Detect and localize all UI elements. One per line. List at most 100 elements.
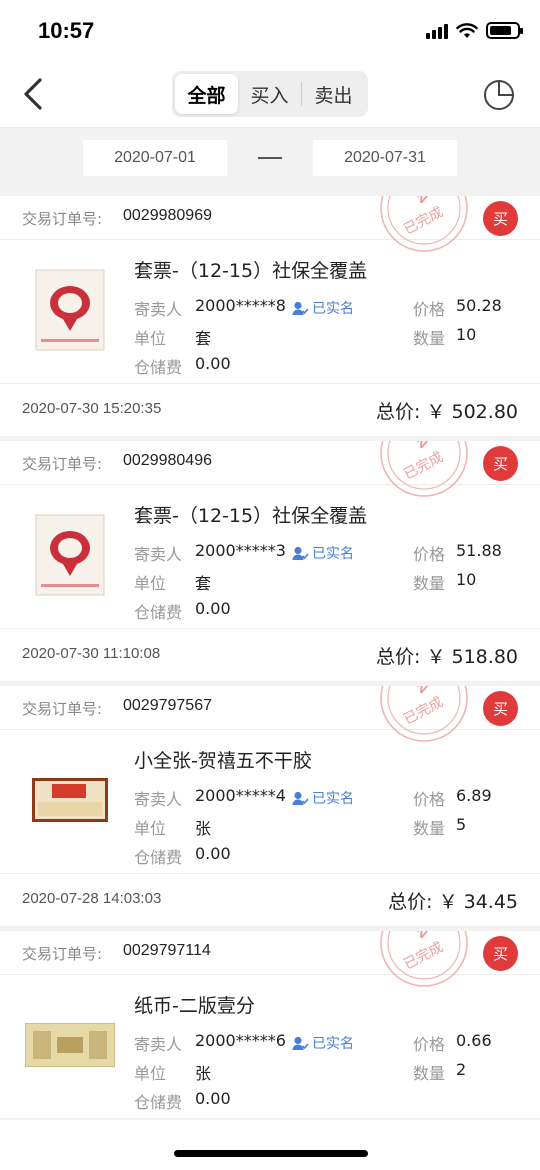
price-label: 价格	[413, 790, 446, 809]
order-card-header: 交易订单号: 0029980496 已完成 买	[0, 441, 540, 497]
filter-segmented-control: 全部 买入 卖出	[172, 71, 368, 117]
unit-value: 套	[195, 574, 212, 593]
storage-fee-label: 仓储费	[134, 848, 183, 867]
stamp-lantern-image	[35, 269, 105, 351]
unit-label: 单位	[134, 1064, 167, 1083]
price-label: 价格	[413, 545, 446, 564]
order-card-body: 小全张-贺禧五不干胶 寄卖人 2000*****4 已实名 价格 6.89 单位…	[0, 730, 540, 874]
verified-label: 已实名	[312, 546, 354, 562]
order-card-header: 交易订单号: 0029797114 已完成 买	[0, 931, 540, 987]
unit-label: 单位	[134, 574, 167, 593]
date-range-bar: 2020-07-01 2020-07-31	[0, 128, 540, 190]
order-no-label: 交易订单号:	[22, 945, 103, 963]
order-card-footer: 2020-07-30 11:10:08 总价: ￥ 518.80	[0, 629, 540, 681]
seller-value: 2000*****3	[195, 541, 286, 560]
product-thumbnail	[22, 262, 118, 358]
order-card-body: 套票-（12-15）社保全覆盖 寄卖人 2000*****8 已实名 价格 50…	[0, 240, 540, 384]
status-time: 10:57	[38, 18, 95, 43]
unit-label: 单位	[134, 329, 167, 348]
date-separator	[258, 157, 282, 159]
order-total: 总价: ￥ 518.80	[376, 642, 518, 669]
product-thumbnail	[22, 997, 118, 1093]
order-no: 0029797114	[123, 942, 211, 959]
start-date-picker[interactable]: 2020-07-01	[83, 140, 227, 176]
stamp-sheet-image	[32, 778, 108, 822]
order-card[interactable]: 交易订单号: 0029797567 已完成 买 小全张-贺禧五不干胶 寄卖人 2…	[0, 686, 540, 926]
completed-stamp-text: 已完成	[401, 449, 446, 483]
order-card-body: 纸币-二版壹分 寄卖人 2000*****6 已实名 价格 0.66 单位 张 …	[0, 975, 540, 1119]
verified-user-icon	[292, 546, 309, 560]
seller-label: 寄卖人	[134, 300, 183, 319]
end-date-picker[interactable]: 2020-07-31	[313, 140, 457, 176]
storage-fee-label: 仓储费	[134, 358, 183, 377]
total-value: ￥ 34.45	[438, 891, 518, 913]
total-value: ￥ 518.80	[426, 646, 518, 668]
quantity-label: 数量	[413, 819, 446, 838]
product-name: 纸币-二版壹分	[134, 995, 255, 1017]
seller-label: 寄卖人	[134, 545, 183, 564]
order-no: 0029980496	[123, 452, 212, 469]
unit-label: 单位	[134, 819, 167, 838]
order-no-label: 交易订单号:	[22, 210, 103, 228]
storage-fee-label: 仓储费	[134, 603, 183, 622]
order-no-label: 交易订单号:	[22, 455, 103, 473]
buy-badge: 买	[483, 201, 518, 236]
order-time: 2020-07-30 15:20:35	[22, 400, 162, 417]
quantity-value: 2	[456, 1060, 467, 1079]
product-name: 套票-（12-15）社保全覆盖	[134, 260, 368, 282]
seller-label: 寄卖人	[134, 790, 183, 809]
order-card[interactable]: 交易订单号: 0029980496 已完成 买 套票-（12-15）社保全覆盖 …	[0, 441, 540, 681]
nav-bar: 全部 买入 卖出	[0, 62, 540, 128]
banknote-image	[25, 1023, 115, 1067]
quantity-value: 10	[456, 570, 477, 589]
pie-chart-icon[interactable]	[482, 78, 516, 112]
order-card-header: 交易订单号: 0029980969 已完成 买	[0, 196, 540, 252]
completed-stamp-text: 已完成	[401, 939, 446, 973]
status-icons	[426, 22, 523, 39]
verified-label: 已实名	[312, 1036, 354, 1052]
chevron-left-icon[interactable]	[18, 76, 50, 112]
quantity-label: 数量	[413, 329, 446, 348]
verified-tag: 已实名	[292, 788, 354, 808]
price-label: 价格	[413, 1035, 446, 1054]
verified-tag: 已实名	[292, 1033, 354, 1053]
quantity-value: 5	[456, 815, 467, 834]
verified-label: 已实名	[312, 301, 354, 317]
seller-value: 2000*****8	[195, 296, 286, 315]
tab-all[interactable]: 全部	[175, 74, 238, 114]
verified-user-icon	[292, 791, 309, 805]
buy-badge: 买	[483, 936, 518, 971]
storage-fee-value: 0.00	[195, 1089, 231, 1108]
storage-fee-value: 0.00	[195, 354, 231, 373]
unit-value: 张	[195, 1064, 212, 1083]
stamp-lantern-image	[35, 514, 105, 596]
buy-badge: 买	[483, 691, 518, 726]
seller-value: 2000*****4	[195, 786, 286, 805]
product-name: 套票-（12-15）社保全覆盖	[134, 505, 368, 527]
order-no: 0029797567	[123, 697, 212, 714]
order-card-footer: 2020-07-30 15:20:35 总价: ￥ 502.80	[0, 384, 540, 436]
quantity-label: 数量	[413, 574, 446, 593]
order-card[interactable]: 交易订单号: 0029980969 已完成 买 套票-（12-15）社保全覆盖 …	[0, 196, 540, 436]
price-value: 6.89	[456, 786, 492, 805]
storage-fee-value: 0.00	[195, 844, 231, 863]
price-label: 价格	[413, 300, 446, 319]
storage-fee-label: 仓储费	[134, 1093, 183, 1112]
tab-sell[interactable]: 卖出	[302, 74, 365, 114]
completed-stamp-text: 已完成	[401, 204, 446, 238]
order-total: 总价: ￥ 34.45	[388, 887, 518, 914]
total-value: ￥ 502.80	[426, 401, 518, 423]
order-time: 2020-07-30 11:10:08	[22, 645, 161, 662]
tab-buy[interactable]: 买入	[238, 74, 301, 114]
verified-label: 已实名	[312, 791, 354, 807]
status-bar: 10:57	[0, 0, 540, 62]
storage-fee-value: 0.00	[195, 599, 231, 618]
home-indicator[interactable]	[174, 1150, 368, 1157]
order-card-body: 套票-（12-15）社保全覆盖 寄卖人 2000*****3 已实名 价格 51…	[0, 485, 540, 629]
product-thumbnail	[22, 752, 118, 848]
unit-value: 张	[195, 819, 212, 838]
verified-tag: 已实名	[292, 298, 354, 318]
order-card[interactable]: 交易订单号: 0029797114 已完成 买 纸币-二版壹分 寄卖人 2000…	[0, 931, 540, 1119]
price-value: 0.66	[456, 1031, 492, 1050]
price-value: 50.28	[456, 296, 502, 315]
